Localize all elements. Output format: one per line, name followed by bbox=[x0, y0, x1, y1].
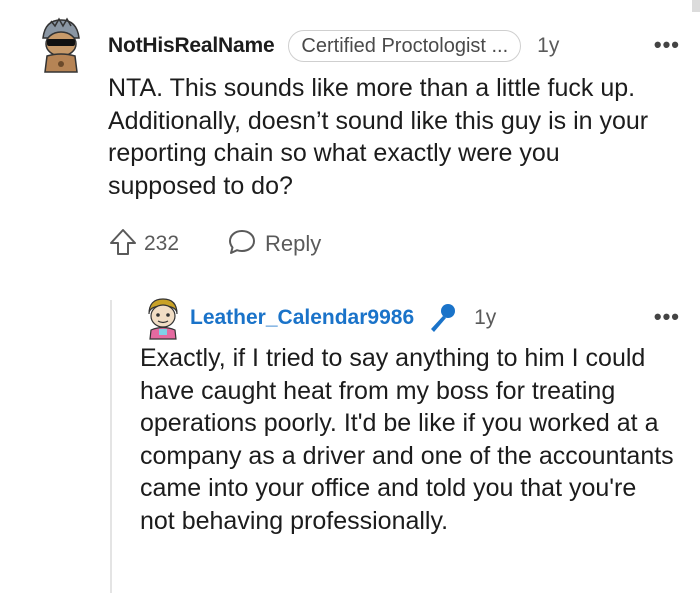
user-avatar[interactable] bbox=[143, 296, 183, 340]
comment-body: NTA. This sounds like more than a little… bbox=[108, 74, 649, 200]
timestamp: 1y bbox=[537, 34, 560, 57]
comment-actions: 232 Reply bbox=[108, 227, 321, 261]
user-avatar[interactable] bbox=[35, 16, 87, 74]
username[interactable]: NotHisRealName bbox=[108, 34, 275, 58]
timestamp: 1y bbox=[474, 306, 497, 329]
reply-label: Reply bbox=[265, 231, 322, 256]
scrollbar[interactable] bbox=[692, 0, 700, 12]
reply-body: Exactly, if I tried to say anything to h… bbox=[140, 344, 674, 535]
upvote-arrow-icon[interactable] bbox=[108, 227, 138, 262]
thread-line[interactable] bbox=[110, 300, 112, 593]
upvote-button[interactable]: 232 bbox=[108, 227, 179, 262]
more-options-icon[interactable]: ••• bbox=[654, 304, 680, 330]
username[interactable]: Leather_Calendar9986 bbox=[190, 306, 414, 330]
reply-button[interactable]: Reply bbox=[227, 227, 321, 262]
reply-header: Leather_Calendar9986 1y bbox=[190, 302, 496, 334]
microphone-icon bbox=[426, 302, 458, 334]
comment-header: NotHisRealName Certified Proctologist ..… bbox=[108, 30, 559, 62]
reply-bubble-icon bbox=[227, 227, 257, 262]
upvote-count: 232 bbox=[144, 232, 180, 255]
user-flair: Certified Proctologist ... bbox=[288, 30, 522, 62]
more-options-icon[interactable]: ••• bbox=[654, 32, 680, 58]
